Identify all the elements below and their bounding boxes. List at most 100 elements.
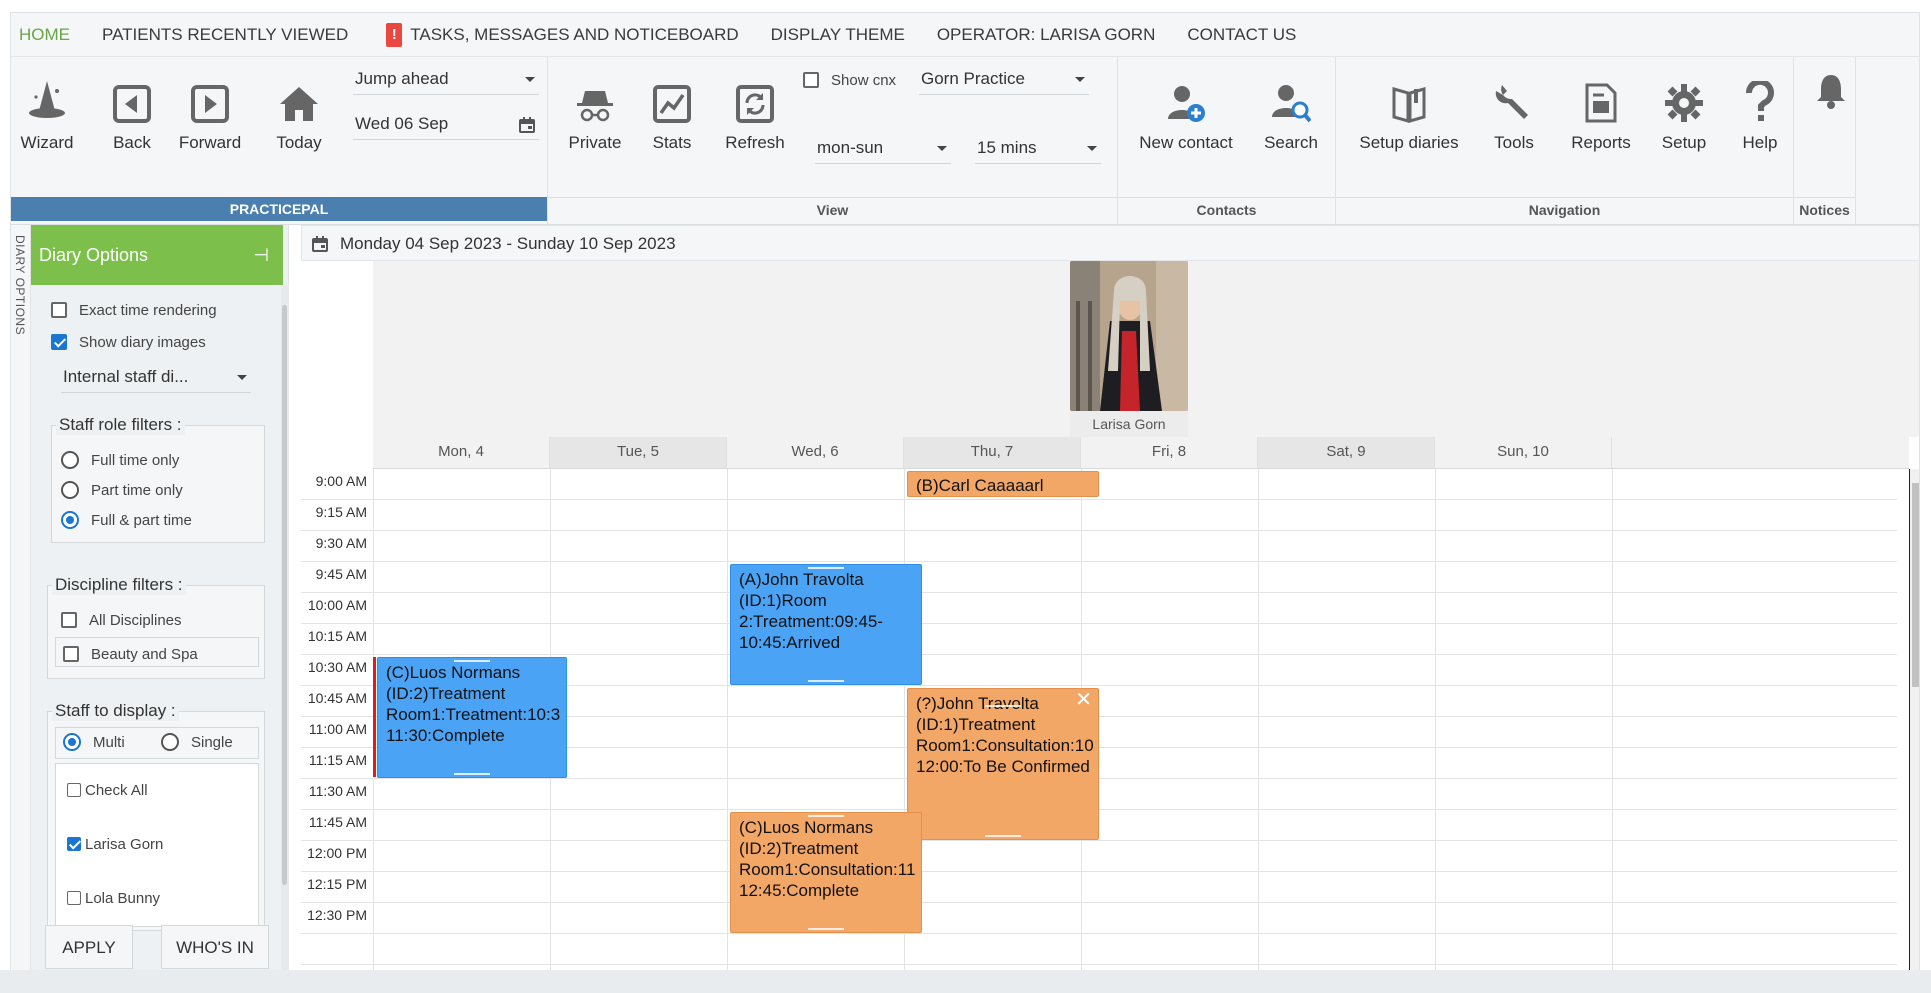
time-row[interactable]: 12:00 PM — [301, 841, 1897, 872]
all-disciplines-option[interactable]: All Disciplines — [61, 611, 182, 629]
all-disciplines-checkbox[interactable] — [61, 612, 77, 629]
search-label: Search — [1264, 133, 1318, 152]
check-all-checkbox[interactable] — [67, 783, 81, 798]
exact-time-checkbox[interactable] — [51, 302, 67, 319]
diary-options-tab[interactable]: DIARY OPTIONS — [11, 225, 31, 981]
resize-handle[interactable] — [454, 773, 490, 775]
time-row[interactable]: 10:00 AM — [301, 593, 1897, 624]
time-row[interactable]: 9:45 AM — [301, 562, 1897, 593]
multi-radio[interactable] — [63, 733, 81, 752]
appointment[interactable]: (A)John Travolta (ID:1)Room 2:Treatment:… — [730, 564, 922, 685]
menu-home[interactable]: HOME — [11, 25, 86, 45]
single-option[interactable]: Single — [161, 733, 233, 752]
time-row[interactable]: 11:30 AM — [301, 779, 1897, 810]
forward-label: Forward — [178, 133, 242, 152]
time-row[interactable]: 9:30 AM — [301, 531, 1897, 562]
appointment[interactable]: (B)Carl Caaaaarl — [907, 471, 1099, 497]
part-time-radio[interactable] — [61, 481, 79, 500]
menu-operator[interactable]: OPERATOR: LARISA GORN — [921, 25, 1172, 45]
menu-contact-us[interactable]: CONTACT US — [1171, 25, 1312, 45]
resize-handle[interactable] — [985, 705, 1021, 707]
time-row[interactable]: 9:00 AM — [301, 469, 1897, 500]
stats-button[interactable]: Stats — [647, 75, 697, 153]
stats-label: Stats — [652, 133, 692, 152]
day-header-mon[interactable]: Mon, 4 — [373, 437, 550, 469]
reports-button[interactable]: Reports — [1563, 75, 1639, 153]
time-row[interactable] — [301, 934, 1897, 965]
time-grid[interactable]: 9:00 AM 9:15 AM 9:30 AM 9:45 AM 10:00 AM… — [301, 469, 1897, 981]
day-header-sun[interactable]: Sun, 10 — [1435, 437, 1612, 469]
appointment-text: (C)Luos Normans (ID:2)Treatment Room1:Co… — [739, 818, 916, 900]
show-images-option[interactable]: Show diary images — [51, 333, 206, 351]
resize-handle[interactable] — [808, 680, 844, 682]
jump-ahead-select[interactable]: Jump ahead — [353, 65, 539, 95]
calendar-scrollbar[interactable] — [1909, 469, 1919, 981]
wizard-button[interactable]: Wizard — [17, 75, 77, 153]
staff-larisa-checkbox[interactable] — [67, 837, 81, 852]
beauty-spa-label: Beauty and Spa — [91, 645, 198, 663]
day-header-fri[interactable]: Fri, 8 — [1081, 437, 1258, 469]
tools-button[interactable]: Tools — [1487, 75, 1541, 153]
appointment[interactable]: (C)Luos Normans (ID:2)Treatment Room1:Co… — [730, 812, 922, 933]
staff-larisa-option[interactable]: Larisa Gorn — [67, 835, 163, 853]
day-header-wed[interactable]: Wed, 6 — [727, 437, 904, 469]
day-header-thu[interactable]: Thu, 7 — [904, 437, 1081, 469]
show-cnx-check[interactable] — [803, 72, 819, 89]
help-label: Help — [1742, 133, 1778, 152]
today-button[interactable]: Today — [271, 75, 327, 153]
notices-button[interactable] — [1811, 61, 1851, 119]
resize-handle[interactable] — [808, 567, 844, 569]
time-row[interactable]: 11:45 AM — [301, 810, 1897, 841]
full-part-radio[interactable] — [61, 511, 79, 530]
apply-button[interactable]: APPLY — [45, 925, 133, 969]
part-time-option[interactable]: Part time only — [61, 481, 183, 500]
back-button[interactable]: Back — [107, 75, 157, 153]
time-row[interactable]: 10:15 AM — [301, 624, 1897, 655]
close-icon[interactable]: ✕ — [1075, 689, 1092, 711]
time-row[interactable]: 9:15 AM — [301, 500, 1897, 531]
pin-icon[interactable]: ⊣ — [253, 225, 269, 285]
beauty-spa-checkbox[interactable] — [63, 646, 79, 663]
resize-handle[interactable] — [985, 835, 1021, 837]
single-radio[interactable] — [161, 733, 179, 752]
resize-handle[interactable] — [454, 660, 490, 662]
day-header-tue[interactable]: Tue, 5 — [550, 437, 727, 469]
menu-display-theme[interactable]: DISPLAY THEME — [755, 25, 921, 45]
resize-handle[interactable] — [808, 815, 844, 817]
multi-option[interactable]: Multi — [63, 733, 125, 752]
days-select[interactable]: mon-sun — [815, 134, 951, 164]
panel-scrollbar[interactable] — [281, 285, 289, 981]
diary-type-select[interactable]: Internal staff di... — [61, 363, 251, 393]
staff-lola-option[interactable]: Lola Bunny — [67, 889, 160, 907]
show-cnx-checkbox[interactable]: Show cnx — [803, 71, 896, 89]
day-header-sat[interactable]: Sat, 9 — [1258, 437, 1435, 469]
private-button[interactable]: Private — [563, 75, 627, 153]
practice-select[interactable]: Gorn Practice — [919, 65, 1089, 95]
search-button[interactable]: Search — [1259, 75, 1323, 153]
beauty-spa-option[interactable]: Beauty and Spa — [63, 645, 198, 663]
staff-lola-checkbox[interactable] — [67, 891, 81, 906]
full-time-option[interactable]: Full time only — [61, 451, 179, 470]
full-time-radio[interactable] — [61, 451, 79, 470]
time-row[interactable]: 12:30 PM — [301, 903, 1897, 934]
resize-handle[interactable] — [808, 928, 844, 930]
show-images-checkbox[interactable] — [51, 334, 67, 351]
setup-diaries-button[interactable]: Setup diaries — [1349, 75, 1469, 153]
appointment[interactable]: (C)Luos Normans (ID:2)Treatment Room1:Tr… — [377, 657, 567, 778]
forward-button[interactable]: Forward — [175, 75, 245, 153]
date-field[interactable]: Wed 06 Sep — [353, 110, 539, 140]
exact-time-option[interactable]: Exact time rendering — [51, 301, 217, 319]
date-range-label: Monday 04 Sep 2023 - Sunday 10 Sep 2023 — [340, 234, 676, 253]
setup-button[interactable]: Setup — [1657, 75, 1711, 153]
menu-patients-recently-viewed[interactable]: PATIENTS RECENTLY VIEWED — [86, 25, 364, 45]
help-button[interactable]: Help — [1737, 75, 1783, 153]
new-contact-button[interactable]: New contact — [1131, 75, 1241, 153]
time-row[interactable]: 12:15 PM — [301, 872, 1897, 903]
refresh-button[interactable]: Refresh — [723, 75, 787, 153]
interval-select[interactable]: 15 mins — [975, 134, 1101, 164]
check-all-option[interactable]: Check All — [67, 781, 148, 799]
menu-tasks[interactable]: ! TASKS, MESSAGES AND NOTICEBOARD — [364, 22, 754, 47]
full-part-option[interactable]: Full & part time — [61, 511, 192, 530]
whos-in-button[interactable]: WHO'S IN — [161, 925, 269, 969]
appointment[interactable]: ✕ (?)John Travolta (ID:1)Treatment Room1… — [907, 688, 1099, 840]
